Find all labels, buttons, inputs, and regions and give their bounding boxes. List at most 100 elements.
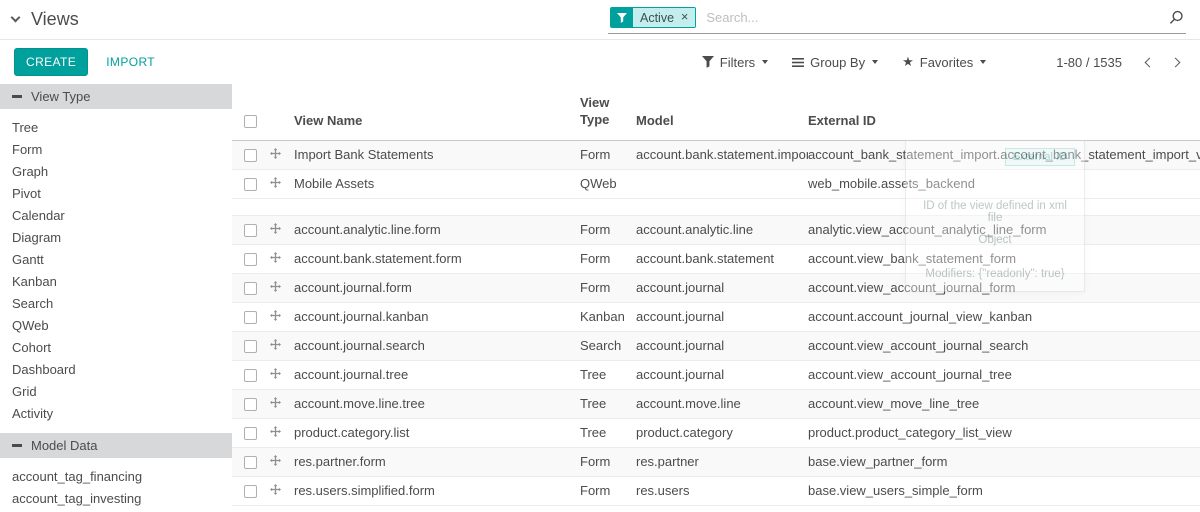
row-checkbox[interactable] [244,340,257,353]
search-icon[interactable] [1169,10,1184,25]
pager-next-button[interactable] [1164,51,1186,73]
sidebar-item[interactable]: Search [0,293,232,315]
pager-value: 1-80 / 1535 [1056,55,1122,70]
control-panel: CREATE IMPORT Filters Group By ★ Favorit… [0,40,1200,84]
drag-handle-icon[interactable] [270,223,281,234]
row-checkbox[interactable] [244,282,257,295]
table-header-row: View Name View Type Model External ID [232,84,1200,140]
select-all-checkbox[interactable] [244,115,257,128]
cell-model: account.journal [636,273,808,302]
table-row[interactable]: account.journal.search Search account.jo… [232,331,1200,360]
table-row[interactable]: account.analytic.line.form Form account.… [232,215,1200,244]
drag-handle-icon[interactable] [270,310,281,321]
cell-view-type: Form [580,447,636,476]
row-checkbox[interactable] [244,485,257,498]
sidebar-item[interactable]: account_tag_financing [0,466,232,488]
sidebar-item[interactable]: Calendar [0,205,232,227]
sidebar-item[interactable]: account_tag_investing [0,488,232,510]
group-by-dropdown[interactable]: Group By [792,55,878,70]
sidebar-section-title: Model Data [31,438,97,453]
drag-handle-icon[interactable] [270,177,281,188]
drag-handle-icon[interactable] [270,281,281,292]
sidebar-item-label: Calendar [12,208,65,223]
sidebar-item[interactable]: Cohort [0,337,232,359]
filters-dropdown[interactable]: Filters [702,55,768,70]
cell-model: account.bank.statement.import [636,140,808,169]
sidebar-item-label: Tree [12,120,38,135]
sidebar-item-label: Form [12,142,42,157]
table-row[interactable]: account.move.line.tree Tree account.move… [232,389,1200,418]
row-checkbox[interactable] [244,224,257,237]
row-checkbox[interactable] [244,253,257,266]
drag-handle-icon[interactable] [270,426,281,437]
row-checkbox[interactable] [244,398,257,411]
search-input[interactable] [704,9,1161,26]
sidebar-item[interactable]: Grid [0,381,232,403]
column-header-view-type[interactable]: View Type [580,84,636,140]
sidebar-item[interactable]: Tree [0,117,232,139]
table-row[interactable]: res.partner.form Form res.partner base.v… [232,447,1200,476]
cell-external-id: account.view_bank_statement_form [808,244,1200,273]
column-header-external-id[interactable]: External ID [808,84,1200,140]
cell-external-id: account.view_account_journal_search [808,331,1200,360]
sidebar-item[interactable]: QWeb [0,315,232,337]
breadcrumb[interactable]: Views [12,9,79,30]
row-checkbox[interactable] [244,178,257,191]
drag-handle-icon[interactable] [270,368,281,379]
cell-external-id: base.view_users_simple_form [808,476,1200,505]
table-row[interactable]: Mobile Assets QWeb web_mobile.assets_bac… [232,169,1200,198]
row-checkbox[interactable] [244,456,257,469]
pager: 1-80 / 1535 [1056,51,1186,73]
cell-view-type [580,198,636,215]
chevron-down-icon[interactable] [11,13,21,23]
sidebar-item[interactable]: Diagram [0,227,232,249]
row-checkbox[interactable] [244,369,257,382]
cell-view-name: account.journal.kanban [294,302,580,331]
drag-handle-icon[interactable] [270,484,281,495]
cell-view-type: Form [580,215,636,244]
facet-label: Active [640,11,674,25]
cell-model: account.journal [636,331,808,360]
pager-previous-button[interactable] [1138,51,1160,73]
sidebar-item[interactable]: Dashboard [0,359,232,381]
cell-external-id: account.view_account_journal_form [808,273,1200,302]
row-checkbox[interactable] [244,427,257,440]
sidebar-section-header: Model Data [0,433,232,458]
table-row[interactable]: product.category.list Tree product.categ… [232,418,1200,447]
filter-facet-icon [611,8,633,27]
table-row[interactable] [232,198,1200,215]
table-row[interactable]: account.bank.statement.form Form account… [232,244,1200,273]
facet-remove-icon[interactable]: × [681,11,688,24]
drag-handle-icon[interactable] [270,455,281,466]
import-button[interactable]: IMPORT [106,55,155,69]
sidebar-item[interactable]: Gantt [0,249,232,271]
sidebar-item[interactable]: Form [0,139,232,161]
sidebar-item[interactable]: Graph [0,161,232,183]
cell-model [636,169,808,198]
sidebar-item[interactable]: Pivot [0,183,232,205]
drag-handle-icon[interactable] [270,339,281,350]
drag-handle-icon[interactable] [270,252,281,263]
sidebar-item[interactable]: Activity [0,403,232,425]
drag-handle-icon[interactable] [270,397,281,408]
cell-view-type: Form [580,244,636,273]
sidebar-section-header: View Type [0,84,232,109]
table-row[interactable]: account.journal.kanban Kanban account.jo… [232,302,1200,331]
cell-view-name [294,198,580,215]
sidebar-item[interactable]: Kanban [0,271,232,293]
sidebar-item-label: Kanban [12,274,57,289]
create-button[interactable]: CREATE [14,48,88,76]
search-facet[interactable]: Active × [610,7,696,28]
table-row[interactable]: account.journal.tree Tree account.journa… [232,360,1200,389]
table-row[interactable]: res.users.simplified.form Form res.users… [232,476,1200,505]
drag-handle-icon[interactable] [270,148,281,159]
cell-view-type: QWeb [580,169,636,198]
column-header-view-name[interactable]: View Name [294,84,580,140]
row-checkbox[interactable] [244,311,257,324]
favorites-dropdown[interactable]: ★ Favorites [902,54,986,70]
table-row[interactable]: Import Bank Statements Form account.bank… [232,140,1200,169]
search-bar[interactable]: Active × [608,5,1186,34]
row-checkbox[interactable] [244,149,257,162]
column-header-model[interactable]: Model [636,84,808,140]
table-row[interactable]: account.journal.form Form account.journa… [232,273,1200,302]
